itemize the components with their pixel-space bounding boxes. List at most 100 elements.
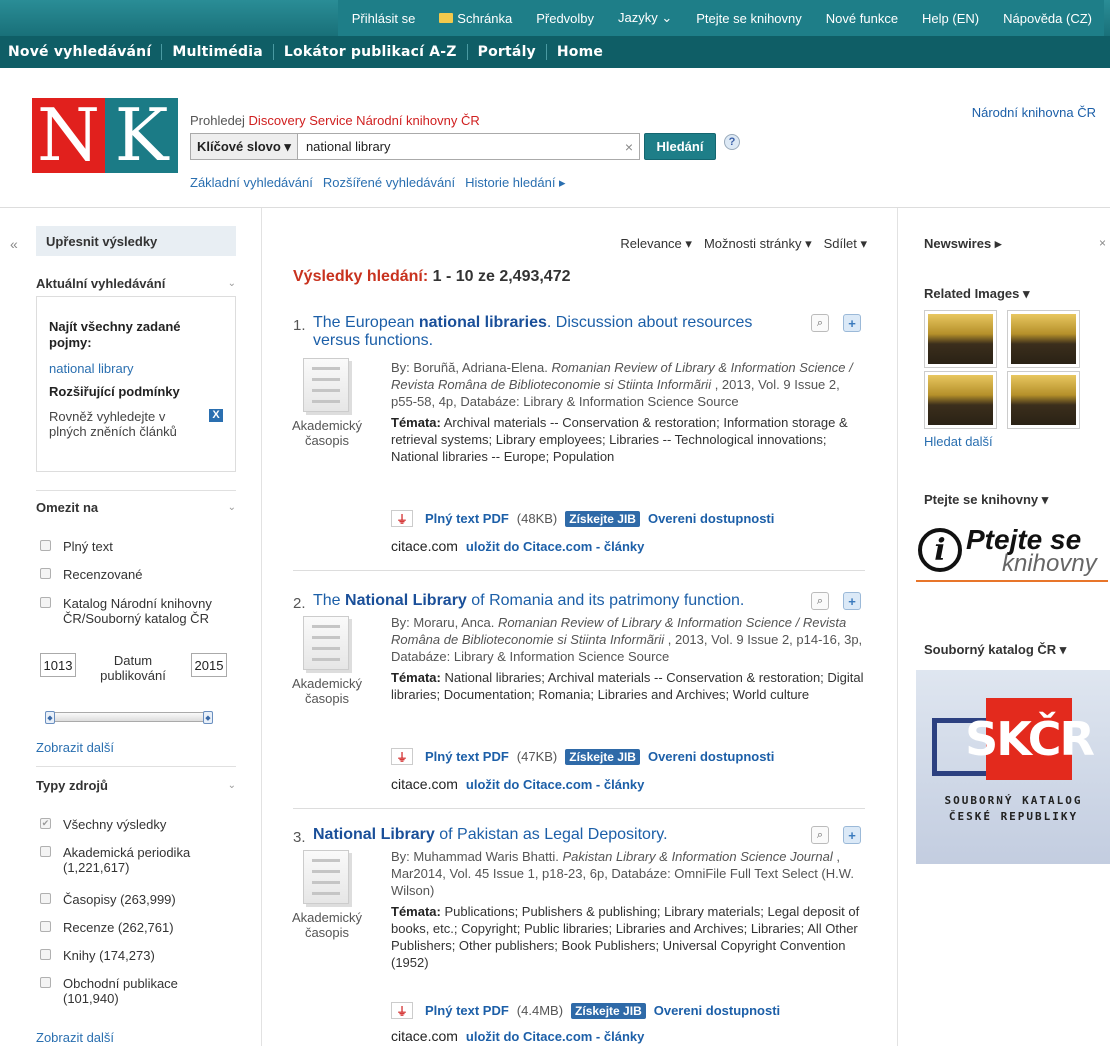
portals-link[interactable]: Portály (468, 44, 547, 60)
checkbox[interactable] (40, 846, 51, 857)
basic-search-link[interactable]: Základní vyhledávání (190, 175, 313, 191)
limit-to-heading[interactable]: Omezit na ⌄ (36, 500, 236, 515)
newswires-heading[interactable]: Newswires ▸ (924, 236, 1001, 252)
date-to-input[interactable]: 2015 (191, 653, 227, 677)
type-label: Recenze (262,761) (63, 920, 174, 935)
help-en-link[interactable]: Help (EN) (910, 11, 991, 26)
pdf-link[interactable]: Plný text PDF (425, 1003, 509, 1018)
jib-button[interactable]: Získejte JIB (565, 510, 640, 527)
ask-library-logo[interactable]: i Ptejte se knihovny (916, 524, 1108, 582)
ask-library-heading[interactable]: Ptejte se knihovny ▾ (924, 492, 1048, 508)
main-nav: Nové vyhledávání Multimédia Lokátor publ… (0, 36, 1110, 68)
availability-link[interactable]: Overeni dostupnosti (654, 1003, 780, 1018)
search-more-images-link[interactable]: Hledat další (924, 434, 993, 449)
pdf-icon[interactable]: ⏚ (391, 748, 413, 765)
multimedia-link[interactable]: Multimédia (162, 44, 274, 60)
pdf-link[interactable]: Plný text PDF (425, 749, 509, 764)
preview-icon[interactable]: ⌕ (811, 592, 829, 610)
jib-button[interactable]: Získejte JIB (565, 748, 640, 765)
sort-dropdown[interactable]: Relevance ▾ (620, 236, 692, 252)
new-search-link[interactable]: Nové vyhledávání (8, 44, 163, 60)
related-image[interactable] (924, 310, 997, 368)
page-options-dropdown[interactable]: Možnosti stránky ▾ (704, 236, 812, 252)
slider-handle-end[interactable]: ◆ (203, 711, 213, 724)
citace-row: citace.com uložit do Citace.com - články (391, 1028, 644, 1044)
type-books[interactable]: Knihy (174,273) (40, 948, 155, 963)
checkbox[interactable] (40, 893, 51, 904)
result-title[interactable]: National Library of Pakistan as Legal De… (313, 826, 783, 844)
ask-library-link[interactable]: Ptejte se knihovny (684, 11, 814, 26)
collapse-left-icon[interactable]: « (10, 236, 18, 252)
checkbox-checked[interactable]: ✔ (40, 818, 51, 829)
current-search-heading[interactable]: Aktuální vyhledávání ⌄ (36, 276, 236, 291)
limit-peer-reviewed[interactable]: Recenzované (40, 567, 143, 582)
show-more-types-link[interactable]: Zobrazit další (36, 1030, 114, 1045)
nk-logo[interactable]: N K (32, 98, 178, 173)
help-icon[interactable]: ? (724, 134, 740, 150)
add-to-folder-icon[interactable]: + (843, 314, 861, 332)
close-icon[interactable]: × (1099, 236, 1106, 250)
related-image[interactable] (924, 371, 997, 429)
save-citace-link[interactable]: uložit do Citace.com - články (466, 777, 644, 792)
checkbox[interactable] (40, 597, 51, 608)
limit-fulltext[interactable]: Plný text (40, 539, 113, 554)
pdf-icon[interactable]: ⏚ (391, 1002, 413, 1019)
slider-handle-start[interactable]: ◆ (45, 711, 55, 724)
folder-label: Schránka (457, 10, 513, 26)
advanced-search-link[interactable]: Rozšířené vyhledávání (323, 175, 455, 191)
search-button[interactable]: Hledání (644, 133, 716, 160)
preferences-link[interactable]: Předvolby (524, 11, 606, 26)
add-to-folder-icon[interactable]: + (843, 826, 861, 844)
languages-link[interactable]: Jazyky ⌄ (606, 10, 684, 26)
preview-icon[interactable]: ⌕ (811, 314, 829, 332)
limit-catalog[interactable]: Katalog Národní knihovny ČR/Souborný kat… (40, 596, 236, 626)
type-magazines[interactable]: Časopisy (263,999) (40, 892, 176, 907)
new-features-link[interactable]: Nové funkce (814, 11, 910, 26)
publication-locator-link[interactable]: Lokátor publikací A-Z (274, 44, 468, 60)
source-types-heading[interactable]: Typy zdrojů ⌄ (36, 778, 236, 793)
pdf-icon[interactable]: ⏚ (391, 510, 413, 527)
show-more-link[interactable]: Zobrazit další (36, 740, 114, 755)
login-link[interactable]: Přihlásit se (340, 11, 428, 26)
checkbox[interactable] (40, 540, 51, 551)
type-academic[interactable]: Akademická periodika (1,221,617) (40, 845, 236, 875)
union-catalog-heading[interactable]: Souborný katalog ČR ▾ (924, 642, 1066, 658)
date-slider[interactable]: ◆ ◆ (45, 711, 213, 724)
checkbox[interactable] (40, 949, 51, 960)
skcr-logo[interactable]: SKČR SOUBORNÝ KATALOG ČESKÉ REPUBLIKY (916, 670, 1110, 864)
skcr-mark: SKČR (965, 698, 1095, 780)
help-cz-link[interactable]: Nápověda (CZ) (991, 11, 1104, 26)
save-citace-link[interactable]: uložit do Citace.com - články (466, 1029, 644, 1044)
related-images-heading[interactable]: Related Images ▾ (924, 286, 1030, 302)
type-trade[interactable]: Obchodní publikace (101,940) (40, 976, 220, 1006)
institution-link[interactable]: Národní knihovna ČR (972, 105, 1096, 120)
type-all[interactable]: ✔ Všechny výsledky (40, 817, 166, 832)
date-from-input[interactable]: 1013 (40, 653, 76, 677)
type-reviews[interactable]: Recenze (262,761) (40, 920, 174, 935)
save-citace-link[interactable]: uložit do Citace.com - články (466, 539, 644, 554)
checkbox[interactable] (40, 977, 51, 988)
top-bar: Přihlásit se Schránka Předvolby Jazyky ⌄… (0, 0, 1110, 36)
related-image[interactable] (1007, 371, 1080, 429)
result-title[interactable]: The European national libraries. Discuss… (313, 314, 783, 350)
result-title[interactable]: The National Library of Romania and its … (313, 592, 783, 610)
search-field-select[interactable]: Klíčové slovo ▾ (191, 134, 298, 159)
add-to-folder-icon[interactable]: + (843, 592, 861, 610)
clear-icon[interactable]: × (619, 139, 639, 155)
related-image[interactable] (1007, 310, 1080, 368)
preview-icon[interactable]: ⌕ (811, 826, 829, 844)
pdf-link[interactable]: Plný text PDF (425, 511, 509, 526)
availability-link[interactable]: Overeni dostupnosti (648, 511, 774, 526)
search-term-link[interactable]: national library (49, 361, 223, 376)
jib-button[interactable]: Získejte JIB (571, 1002, 646, 1019)
search-input[interactable]: national library (298, 139, 619, 154)
availability-link[interactable]: Overeni dostupnosti (648, 749, 774, 764)
share-dropdown[interactable]: Sdílet ▾ (824, 236, 867, 252)
folder-link[interactable]: Schránka (427, 11, 524, 26)
remove-expander-icon[interactable]: X (209, 409, 223, 422)
checkbox[interactable] (40, 568, 51, 579)
search-history-link[interactable]: Historie hledání ▸ (465, 175, 565, 191)
checkbox[interactable] (40, 921, 51, 932)
home-link[interactable]: Home (547, 44, 613, 60)
title-highlight: National Library (313, 826, 435, 843)
